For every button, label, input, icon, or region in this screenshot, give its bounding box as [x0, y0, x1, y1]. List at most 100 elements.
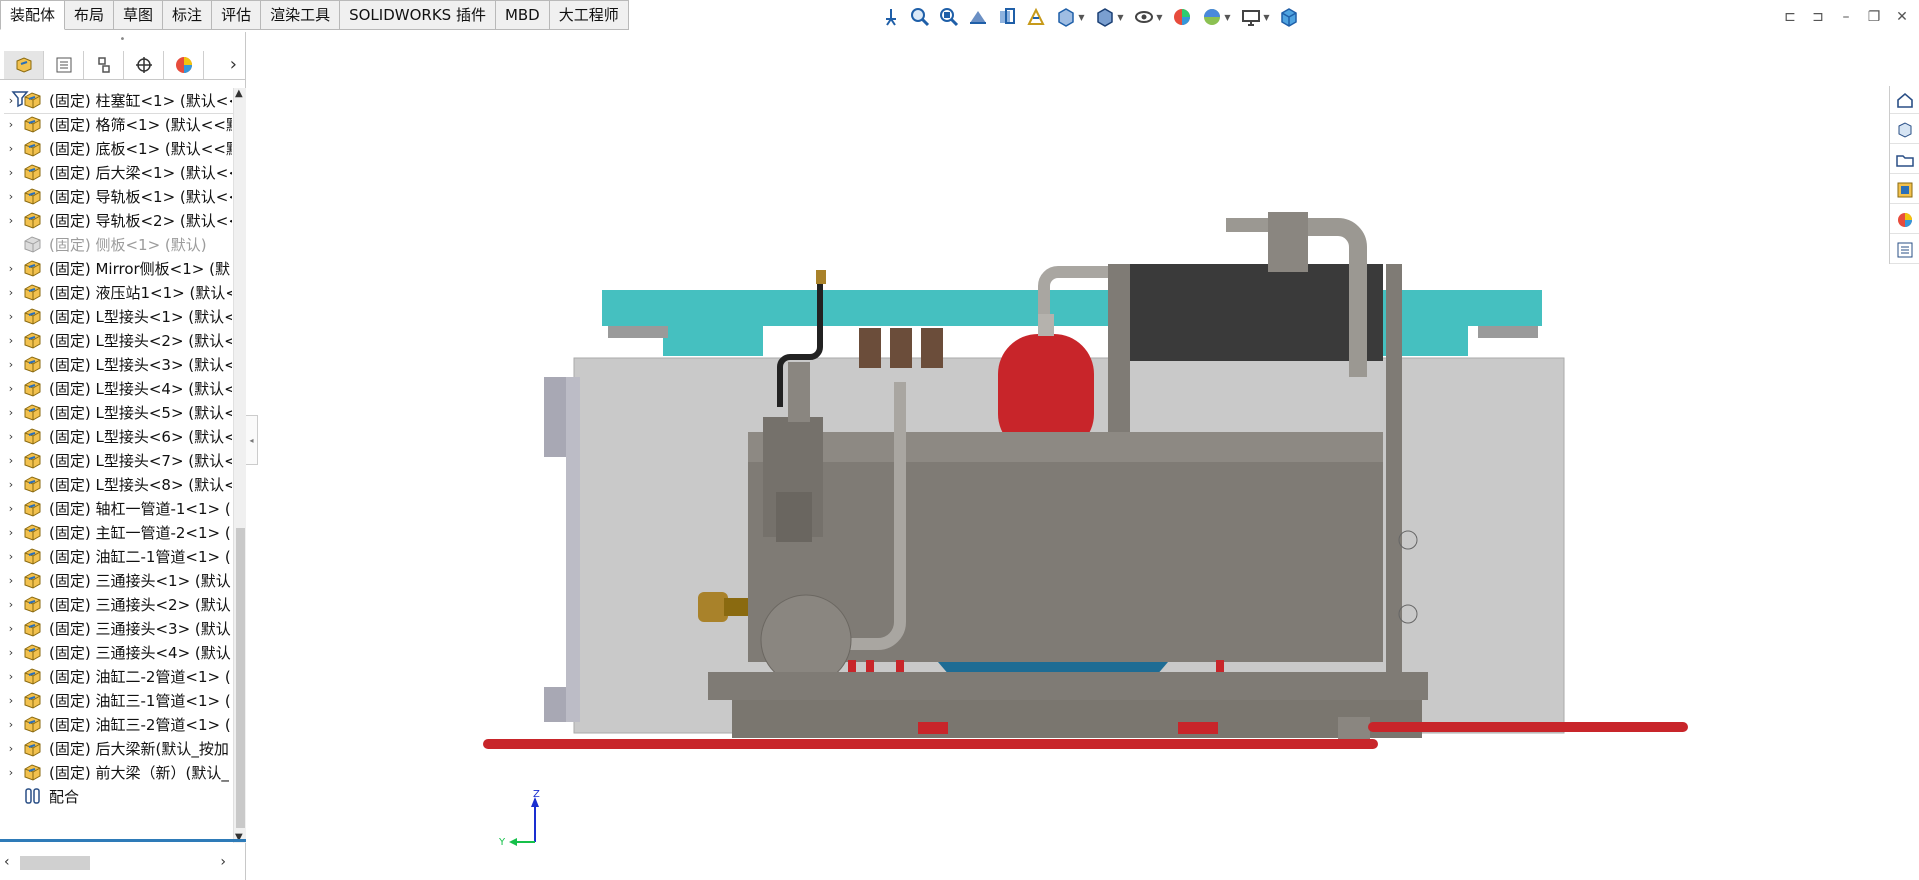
tree-item[interactable]: › (固定) 主缸一管道-2<1> ( — [0, 520, 232, 544]
expand-chevron-icon[interactable]: › — [0, 646, 22, 659]
tree-item[interactable]: › (固定) 底板<1> (默认<<默 — [0, 136, 232, 160]
command-tab[interactable]: 标注 — [163, 0, 213, 30]
section-view-icon[interactable] — [994, 4, 1020, 30]
pin-view-icon[interactable] — [878, 4, 904, 30]
expand-chevron-icon[interactable]: › — [0, 142, 22, 155]
expand-chevron-icon[interactable]: › — [0, 262, 22, 275]
edit-appearance-icon[interactable] — [1169, 4, 1195, 30]
tree-item[interactable]: › (固定) L型接头<6> (默认< — [0, 424, 232, 448]
close-icon[interactable]: ✕ — [1891, 6, 1913, 28]
expand-chevron-icon[interactable]: › — [0, 382, 22, 395]
hydraulic-station-model[interactable] — [248, 32, 1888, 880]
more-tabs-chevron-icon[interactable]: › — [230, 54, 237, 75]
zoom-to-fit-icon[interactable] — [907, 4, 933, 30]
tree-item[interactable]: › (固定) L型接头<5> (默认< — [0, 400, 232, 424]
scroll-up-icon[interactable]: ▲ — [235, 88, 243, 99]
property-manager-tab[interactable] — [44, 50, 84, 79]
tree-item-mates[interactable]: 配合 — [0, 784, 232, 808]
expand-chevron-icon[interactable]: › — [0, 670, 22, 683]
expand-chevron-icon[interactable]: › — [0, 502, 22, 515]
tree-item[interactable]: › (固定) L型接头<3> (默认< — [0, 352, 232, 376]
3d-view-cube-icon[interactable] — [1276, 4, 1302, 30]
command-tab[interactable]: 布局 — [65, 0, 115, 30]
tree-item[interactable]: › (固定) 油缸三-1管道<1> ( — [0, 688, 232, 712]
tree-horizontal-scrollbar[interactable]: ‹ › — [0, 852, 232, 874]
expand-chevron-icon[interactable]: › — [0, 166, 22, 179]
previous-view-icon[interactable] — [965, 4, 991, 30]
tree-item[interactable]: › (固定) 油缸三-2管道<1> ( — [0, 712, 232, 736]
graphics-viewport[interactable]: Z Y — [248, 32, 1888, 880]
display-manager-tab[interactable] — [164, 50, 204, 79]
expand-chevron-icon[interactable]: › — [0, 118, 22, 131]
scroll-left-icon[interactable]: ‹ — [4, 854, 10, 870]
configuration-manager-tab[interactable] — [84, 50, 124, 79]
tree-item[interactable]: › (固定) Mirror侧板<1> (默 — [0, 256, 232, 280]
expand-chevron-icon[interactable]: › — [0, 358, 22, 371]
tree-item[interactable]: › (固定) L型接头<7> (默认< — [0, 448, 232, 472]
scroll-thumb[interactable] — [236, 528, 245, 828]
tree-item[interactable]: › (固定) 三通接头<2> (默认 — [0, 592, 232, 616]
expand-chevron-icon[interactable]: › — [0, 694, 22, 707]
feature-manager-tree-tab[interactable] — [4, 50, 44, 79]
expand-chevron-icon[interactable]: › — [0, 574, 22, 587]
expand-chevron-icon[interactable]: › — [0, 550, 22, 563]
tree-item[interactable]: › (固定) L型接头<2> (默认< — [0, 328, 232, 352]
expand-chevron-icon[interactable]: › — [0, 94, 22, 107]
tree-item[interactable]: › (固定) L型接头<8> (默认< — [0, 472, 232, 496]
tree-item[interactable]: › (固定) 导轨板<2> (默认<< — [0, 208, 232, 232]
scroll-right-icon[interactable]: › — [220, 854, 226, 870]
apply-scene-icon[interactable]: ▼ — [1198, 4, 1234, 30]
hide-show-items-icon[interactable]: ▼ — [1130, 4, 1166, 30]
display-style-icon[interactable]: ▼ — [1091, 4, 1127, 30]
tree-item[interactable]: › (固定) 三通接头<4> (默认 — [0, 640, 232, 664]
expand-chevron-icon[interactable]: › — [0, 190, 22, 203]
file-explorer-icon[interactable] — [1890, 146, 1919, 174]
panel-grip-icon[interactable]: • — [0, 32, 245, 50]
tree-item[interactable]: › (固定) 格筛<1> (默认<<默 — [0, 112, 232, 136]
command-tab[interactable]: 装配体 — [0, 0, 66, 30]
expand-chevron-icon[interactable]: › — [0, 310, 22, 323]
dynamic-annotation-icon[interactable] — [1023, 4, 1049, 30]
expand-chevron-icon[interactable]: › — [0, 718, 22, 731]
expand-chevron-icon[interactable]: › — [0, 430, 22, 443]
expand-chevron-icon[interactable]: › — [0, 766, 22, 779]
view-palette-icon[interactable] — [1890, 176, 1919, 204]
expand-chevron-icon[interactable]: › — [0, 286, 22, 299]
tree-item[interactable]: › (固定) L型接头<4> (默认< — [0, 376, 232, 400]
command-tab[interactable]: 评估 — [212, 0, 262, 30]
tree-vertical-scrollbar[interactable]: ▲ ▼ — [233, 88, 246, 843]
command-tab[interactable]: SOLIDWORKS 插件 — [340, 0, 496, 30]
horizontal-scroll-thumb[interactable] — [20, 856, 90, 870]
tree-item[interactable]: › (固定) L型接头<1> (默认< — [0, 304, 232, 328]
expand-chevron-icon[interactable]: › — [0, 622, 22, 635]
tree-item[interactable]: › (固定) 导轨板<1> (默认<< — [0, 184, 232, 208]
expand-chevron-icon[interactable]: › — [0, 334, 22, 347]
tile-left-icon[interactable]: ⊏ — [1779, 6, 1801, 28]
dimxpert-manager-tab[interactable] — [124, 50, 164, 79]
expand-chevron-icon[interactable]: › — [0, 526, 22, 539]
design-library-icon[interactable] — [1890, 116, 1919, 144]
tree-item[interactable]: › (固定) 轴杠一管道-1<1> ( — [0, 496, 232, 520]
tree-item[interactable]: › (固定) 后大梁新(默认_按加 — [0, 736, 232, 760]
zoom-to-area-icon[interactable] — [936, 4, 962, 30]
tree-item[interactable]: › (固定) 液压站1<1> (默认< — [0, 280, 232, 304]
expand-chevron-icon[interactable]: › — [0, 454, 22, 467]
command-tab[interactable]: 渲染工具 — [261, 0, 341, 30]
expand-chevron-icon[interactable]: › — [0, 598, 22, 611]
expand-chevron-icon[interactable]: › — [0, 406, 22, 419]
minimize-icon[interactable]: – — [1835, 6, 1857, 28]
command-tab[interactable]: 大工程师 — [549, 0, 629, 30]
tree-item[interactable]: › (固定) 油缸二-1管道<1> ( — [0, 544, 232, 568]
home-icon[interactable] — [1890, 86, 1919, 114]
tree-item[interactable]: › (固定) 柱塞缸<1> (默认<< — [0, 88, 232, 112]
tree-item[interactable]: › (固定) 三通接头<3> (默认 — [0, 616, 232, 640]
tree-item[interactable]: › (固定) 油缸二-2管道<1> ( — [0, 664, 232, 688]
tree-item[interactable]: › (固定) 后大梁<1> (默认<< — [0, 160, 232, 184]
appearances-icon[interactable] — [1890, 206, 1919, 234]
view-settings-icon[interactable]: ▼ — [1237, 4, 1273, 30]
tree-item[interactable]: › (固定) 前大梁（新）(默认_ — [0, 760, 232, 784]
expand-chevron-icon[interactable]: › — [0, 214, 22, 227]
view-orientation-icon[interactable]: ▼ — [1052, 4, 1088, 30]
expand-chevron-icon[interactable]: › — [0, 478, 22, 491]
tile-right-icon[interactable]: ⊐ — [1807, 6, 1829, 28]
